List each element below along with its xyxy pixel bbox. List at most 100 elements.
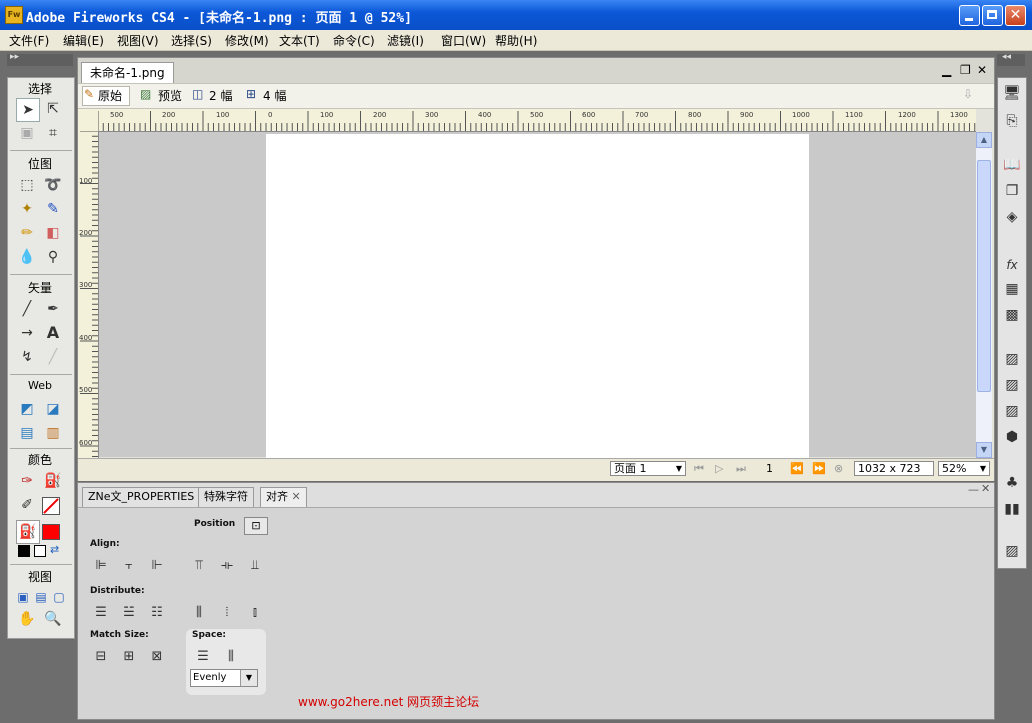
slice-tool-icon[interactable]: ◪ [42,398,64,420]
chevron-down-icon[interactable]: ▼ [240,670,257,686]
subselect-tool-icon[interactable]: ⇱ [42,98,64,120]
page-select[interactable]: 页面 1 ▼ [610,461,686,476]
doc-close-icon[interactable]: ✕ [977,63,987,77]
ruler-corner[interactable] [78,109,99,132]
play-icon[interactable]: ▷ [715,462,723,475]
previous-frame-icon[interactable]: ⏪ [790,462,804,475]
space-mode-select[interactable]: Evenly ▼ [190,669,258,687]
text-tool-icon[interactable]: A [42,322,64,344]
scroll-down-icon[interactable]: ▼ [976,442,992,458]
stop-icon[interactable]: ⊗ [834,462,843,475]
canvas-size-display[interactable]: 1032 x 723 [854,461,934,476]
states-panel-icon[interactable]: ❐ [1001,180,1023,202]
hide-slices-icon[interactable]: ▤ [16,422,38,444]
eraser-tool-icon[interactable]: ◧ [42,222,64,244]
swatches-panel-icon[interactable]: ▩ [1001,304,1023,326]
properties-panel-icon[interactable]: 🖥 [1001,82,1023,104]
swap-colors-icon[interactable]: ⇄ [50,543,59,556]
tab-special-characters[interactable]: 特殊字符 [198,487,254,507]
image-panel-icon[interactable]: ▨ [1001,348,1023,370]
rubber-stamp-tool-icon[interactable]: ⚲ [42,246,64,268]
info-panel-icon[interactable]: ▨ [1001,400,1023,422]
distribute-center-horizontal-icon[interactable]: ⦙ [218,604,236,622]
line-tool-icon[interactable]: ╱ [16,298,38,320]
tab-properties[interactable]: ZNe文_PROPERTIES [82,487,201,507]
fill-color-icon[interactable]: ⛽ [16,520,40,544]
align-top-icon[interactable]: ⫪ [190,557,208,575]
history-panel-icon[interactable]: ⎘ [1001,110,1023,132]
brush-tool-icon[interactable]: ✎ [42,198,64,220]
last-frame-icon[interactable]: ⏭ [736,462,746,476]
panel-minimize-icon[interactable]: — [968,483,979,496]
lasso-tool-icon[interactable]: ➰ [42,174,64,196]
two-up-icon[interactable]: ◫ [192,87,203,101]
match-width-height-icon[interactable]: ⊠ [148,648,166,666]
match-width-icon[interactable]: ⊟ [92,648,110,666]
default-colors-icon[interactable] [18,545,30,557]
align-right-icon[interactable]: ⊩ [148,557,166,575]
menu-help[interactable]: 帮助(H) [495,32,537,49]
distribute-bottom-icon[interactable]: ☷ [148,604,166,622]
tab-align[interactable]: 对齐 ✕ [260,487,307,507]
scale-tool-icon[interactable]: ▣ [16,122,38,144]
doc-restore-icon[interactable]: ❐ [960,63,971,77]
tab-close-icon[interactable]: ✕ [292,490,301,503]
position-anchor-icon[interactable]: ⊡ [244,517,268,535]
menu-file[interactable]: 文件(F) [9,32,49,49]
menu-window[interactable]: 窗口(W) [441,32,486,49]
align-center-horizontal-icon[interactable]: ⫟ [120,557,138,575]
eyedropper-tool-icon[interactable]: ✑ [16,470,38,492]
space-evenly-horizontal-icon[interactable]: ⫼ [222,648,240,666]
library-panel-icon[interactable]: ▦ [1001,278,1023,300]
pages-panel-icon[interactable]: 📖 [1001,154,1023,176]
right-dock-header[interactable]: ◂◂ [997,52,1025,66]
minimize-button[interactable] [959,5,980,26]
first-frame-icon[interactable]: ⏮ [694,462,704,476]
distribute-center-vertical-icon[interactable]: ☱ [120,604,138,622]
close-button[interactable]: ✕ [1005,5,1026,26]
align-center-vertical-icon[interactable]: ⟛ [218,557,236,575]
hand-tool-icon[interactable]: ✋ [16,608,38,630]
stroke-color-swatch[interactable] [42,497,60,515]
scroll-thumb[interactable] [977,160,991,392]
hotspot-tool-icon[interactable]: ◩ [16,398,38,420]
pencil-tool-icon[interactable]: ✏ [16,222,38,244]
full-screen-mode-icon[interactable]: ▢ [48,586,70,608]
pen-tool-icon[interactable]: ✒ [42,298,64,320]
zoom-select[interactable]: 52% ▼ [938,461,990,476]
pointer-tool-icon[interactable]: ➤ [16,98,40,122]
no-stroke-fill-icon[interactable] [34,545,46,557]
match-height-icon[interactable]: ⊞ [120,648,138,666]
align-bottom-icon[interactable]: ⫫ [246,557,264,575]
scroll-up-icon[interactable]: ▲ [976,132,992,148]
stroke-color-icon[interactable]: ✐ [16,494,38,516]
original-view-label[interactable]: 原始 [98,87,122,104]
blur-tool-icon[interactable]: 💧 [16,246,38,268]
preview-icon[interactable]: ▨ [140,87,151,101]
layers-panel-icon[interactable]: ◈ [1001,206,1023,228]
toolbox-header[interactable]: ▸▸ [7,52,73,66]
menu-view[interactable]: 视图(V) [117,32,159,49]
marquee-tool-icon[interactable]: ⬚ [16,174,38,196]
arrow-shape-tool-icon[interactable]: → [16,322,38,344]
zoom-tool-icon[interactable]: 🔍 [42,608,64,630]
menu-modify[interactable]: 修改(M) [225,32,269,49]
fireworks-app-icon[interactable]: Fw [5,6,23,24]
doc-minimize-icon[interactable]: ▁ [942,63,951,77]
space-evenly-vertical-icon[interactable]: ☰ [194,648,212,666]
document-tab[interactable]: 未命名-1.png [81,62,174,84]
two-up-view-button[interactable]: 2 幅 [209,87,232,104]
paint-bucket-tool-icon[interactable]: ⛽ [42,470,64,492]
horizontal-ruler[interactable]: 500 200 100 0 100 200 300 400 500 600 70… [98,109,976,132]
document-canvas[interactable] [266,134,809,458]
freeform-tool-icon[interactable]: ↯ [16,346,38,368]
menu-text[interactable]: 文本(T) [279,32,320,49]
four-up-view-button[interactable]: 4 幅 [263,87,286,104]
distribute-right-icon[interactable]: ⫾ [246,604,264,622]
menu-filters[interactable]: 滤镜(I) [387,32,424,49]
next-frame-icon[interactable]: ⏩ [812,462,826,475]
vertical-scrollbar[interactable]: ▲ ▼ [976,132,992,458]
maximize-button[interactable] [982,5,1003,26]
knife-tool-icon[interactable]: ╱ [42,346,64,368]
find-panel-icon[interactable]: ▨ [1001,540,1023,562]
